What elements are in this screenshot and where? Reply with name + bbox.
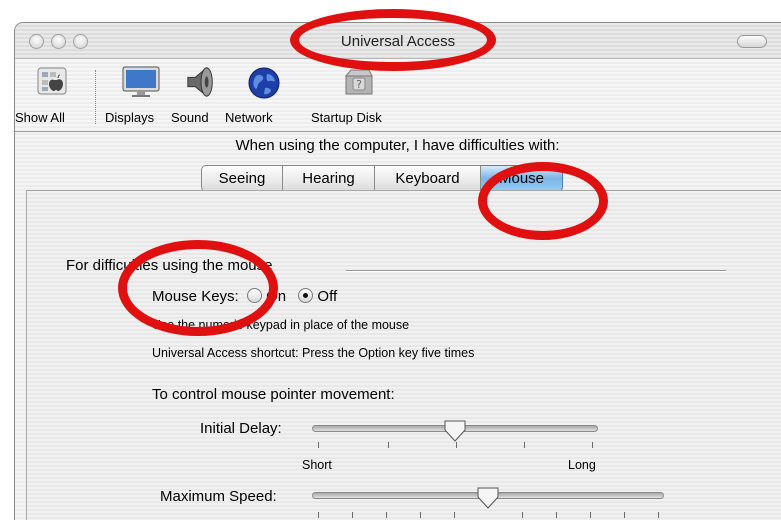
svg-text:?: ? xyxy=(356,78,362,91)
mouse-keys-shortcut: Universal Access shortcut: Press the Opt… xyxy=(152,346,475,360)
initial-delay-tick xyxy=(456,442,457,448)
speaker-icon xyxy=(187,66,213,98)
toolbar-toggle-button[interactable] xyxy=(737,35,767,48)
initial-delay-min-label: Short xyxy=(302,458,332,472)
difficulty-tabs: Seeing Hearing Keyboard Mouse xyxy=(201,165,563,192)
toolbar-label-show-all: Show All xyxy=(15,110,65,125)
toolbar-separator xyxy=(95,70,96,124)
maximum-speed-tick xyxy=(658,512,659,518)
initial-delay-tick xyxy=(388,442,389,448)
toolbar-label-network: Network xyxy=(225,110,273,125)
maximum-speed-tick xyxy=(386,512,387,518)
mouse-keys-row: Mouse Keys: On Off xyxy=(152,288,337,305)
maximum-speed-tick xyxy=(318,512,319,518)
initial-delay-tick xyxy=(524,442,525,448)
section-title: For difficulties using the mouse xyxy=(66,257,273,274)
maximum-speed-slider-thumb[interactable] xyxy=(477,487,499,509)
mouse-keys-off-label[interactable]: Off xyxy=(317,288,337,305)
tab-keyboard[interactable]: Keyboard xyxy=(375,165,481,192)
mouse-keys-on-radio[interactable] xyxy=(246,288,262,303)
apple-grid-icon xyxy=(37,67,67,95)
mouse-keys-hint: Use the numeric keypad in place of the m… xyxy=(152,318,410,332)
toolbar-label-startup-disk: Startup Disk xyxy=(311,110,382,125)
initial-delay-max-label: Long xyxy=(568,458,596,472)
globe-icon xyxy=(248,67,280,99)
maximum-speed-tick xyxy=(454,512,455,518)
initial-delay-slider-thumb[interactable] xyxy=(444,420,466,442)
window-title: Universal Access xyxy=(340,33,456,50)
maximum-speed-tick xyxy=(624,512,625,518)
tab-seeing[interactable]: Seeing xyxy=(201,165,283,192)
hard-disk-icon: ? xyxy=(344,69,373,95)
maximum-speed-tick xyxy=(522,512,523,518)
movement-title: To control mouse pointer movement: xyxy=(152,386,395,403)
initial-delay-tick xyxy=(592,442,593,448)
initial-delay-label: Initial Delay: xyxy=(200,420,282,437)
maximum-speed-tick xyxy=(590,512,591,518)
difficulty-prompt: When using the computer, I have difficul… xyxy=(235,137,560,154)
maximum-speed-tick xyxy=(556,512,557,518)
display-monitor-icon xyxy=(122,66,160,97)
section-divider xyxy=(346,270,726,272)
tab-hearing[interactable]: Hearing xyxy=(283,165,375,192)
tab-mouse[interactable]: Mouse xyxy=(481,165,563,192)
mouse-keys-on-label[interactable]: On xyxy=(266,288,286,305)
toolbar-label-displays: Displays xyxy=(105,110,155,125)
title-bar[interactable]: Universal Access xyxy=(15,23,781,59)
maximum-speed-tick xyxy=(420,512,421,518)
mouse-keys-label: Mouse Keys: xyxy=(152,288,239,305)
toolbar: Show All Displays Sound Network ? Startu… xyxy=(15,60,781,132)
maximum-speed-tick xyxy=(352,512,353,518)
maximum-speed-label: Maximum Speed: xyxy=(160,488,277,505)
mouse-keys-off-radio[interactable] xyxy=(298,288,314,303)
toolbar-label-sound: Sound xyxy=(171,110,209,125)
initial-delay-tick xyxy=(318,442,319,448)
